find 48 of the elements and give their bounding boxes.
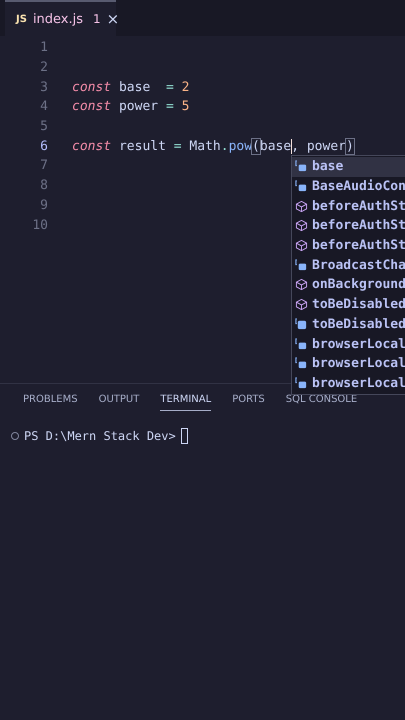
panel-tab[interactable]: TERMINAL — [160, 394, 212, 411]
suggestion-item[interactable]: beforeAuthSt — [292, 216, 405, 236]
line-number: 8 — [39, 178, 48, 194]
variable-icon — [295, 160, 308, 174]
panel-tab[interactable]: PROBLEMS — [23, 394, 78, 411]
cube-icon — [295, 219, 308, 232]
suggestion-item[interactable]: toBeDisabled — [292, 294, 405, 314]
suggestion-item[interactable]: browserLocal — [292, 354, 405, 374]
suggestion-item[interactable]: onBackground — [292, 275, 405, 295]
suggestion-item[interactable]: browserLocal — [292, 334, 405, 354]
line-number: 6 — [39, 138, 48, 154]
code-line: const power = 5 — [72, 99, 190, 114]
suggestion-item[interactable]: toBeDisabled — [292, 314, 405, 334]
line-number: 9 — [39, 198, 48, 213]
js-file-icon: JS — [16, 14, 27, 24]
cube-icon — [295, 278, 308, 292]
panel-tab[interactable]: OUTPUT — [98, 394, 140, 411]
suggestion-item[interactable]: base — [292, 157, 405, 177]
problem-count: 1 — [93, 12, 101, 26]
terminal-prompt: PS D:\Mern Stack Dev> — [24, 429, 176, 443]
line-number: 7 — [39, 158, 48, 174]
variable-icon — [295, 357, 308, 370]
cube-icon — [295, 298, 308, 312]
line-number: 2 — [39, 60, 48, 76]
line-number: 3 — [39, 80, 48, 95]
suggestion-item[interactable]: beforeAuthSt — [292, 196, 405, 216]
suggestion-item[interactable]: BaseAudioCon — [292, 176, 405, 196]
cube-icon — [295, 239, 308, 252]
line-number: 5 — [39, 119, 48, 134]
line-number: 1 — [39, 40, 48, 56]
line-number: 4 — [39, 99, 48, 114]
variable-icon — [295, 376, 308, 390]
panel-tab[interactable]: PORTS — [232, 394, 265, 411]
variable-icon — [295, 180, 308, 194]
suggestion-item[interactable]: beforeAuthSt — [292, 236, 405, 256]
code-line: const result = Math.pow(base, power) — [72, 138, 354, 154]
variable-icon — [295, 258, 308, 272]
file-tab[interactable]: JS index.js 1 × — [5, 0, 116, 36]
file-name: index.js — [32, 12, 84, 26]
line-number: 10 — [31, 218, 48, 233]
panel-tab[interactable]: SQL CONSOLE — [286, 394, 358, 411]
status-circle-icon — [11, 432, 19, 440]
suggestion-item[interactable]: BroadcastCha — [292, 255, 405, 276]
cube-icon — [295, 200, 308, 213]
square-icon — [295, 318, 308, 331]
variable-icon — [295, 338, 308, 351]
suggestion-item[interactable]: browserLocal — [292, 374, 405, 394]
code-line: const base = 2 — [72, 80, 190, 95]
